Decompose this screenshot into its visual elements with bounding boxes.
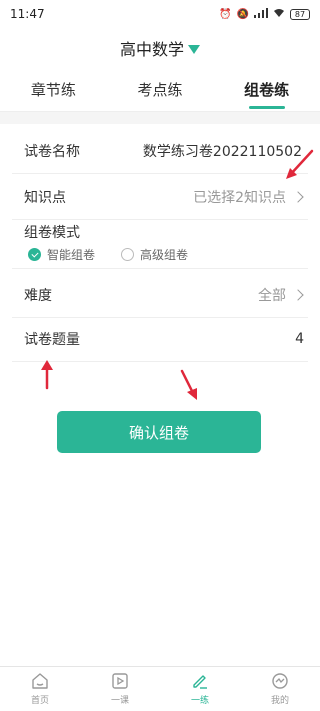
paper-name-label: 试卷名称 xyxy=(24,143,80,160)
dropdown-caret-icon[interactable] xyxy=(188,44,200,54)
home-icon xyxy=(32,673,48,689)
mode-option-smart-label: 智能组卷 xyxy=(47,248,96,262)
annotation-arrow-icon xyxy=(41,360,53,390)
tab-chapter-practice[interactable]: 章节练 xyxy=(0,68,107,111)
question-count-row[interactable]: 试卷题量 4 xyxy=(12,316,308,362)
difficulty-label: 难度 xyxy=(24,287,52,304)
mode-radio-group: 智能组卷 高级组卷 xyxy=(28,246,188,263)
pencil-icon xyxy=(193,675,207,689)
profile-icon xyxy=(272,673,288,689)
difficulty-row[interactable]: 难度 全部 xyxy=(12,272,308,318)
mode-option-advanced-label: 高级组卷 xyxy=(140,248,189,262)
difficulty-value: 全部 xyxy=(258,287,286,304)
battery-icon: 87 xyxy=(290,8,310,20)
status-icons: ⏰ 🔕 87 xyxy=(219,7,310,21)
radio-unchecked-icon[interactable] xyxy=(121,248,135,261)
nav-home[interactable]: 首页 xyxy=(0,667,80,711)
nav-lesson[interactable]: 一课 xyxy=(80,667,160,711)
radio-checked-icon[interactable] xyxy=(28,248,41,261)
annotation-arrow-icon xyxy=(180,369,197,400)
status-bar: 11:47 ⏰ 🔕 87 xyxy=(0,0,320,28)
alarm-icon: ⏰ xyxy=(219,8,232,20)
nav-lesson-label: 一课 xyxy=(110,696,129,706)
chevron-right-icon xyxy=(292,288,304,301)
mode-label: 组卷模式 xyxy=(24,225,80,241)
bottom-nav: 首页 一课 一练 我的 xyxy=(0,666,320,711)
chevron-right-icon xyxy=(292,190,304,203)
signal-icon xyxy=(254,7,268,21)
mute-icon: 🔕 xyxy=(236,8,249,20)
tab-topic-practice[interactable]: 考点练 xyxy=(107,68,214,111)
knowledge-point-label: 知识点 xyxy=(24,189,66,206)
annotation-arrow-icon xyxy=(286,149,314,179)
subject-title[interactable]: 高中数学 xyxy=(120,36,184,60)
nav-practice-label: 一练 xyxy=(190,696,209,706)
nav-profile-label: 我的 xyxy=(270,696,289,706)
mode-section: 组卷模式 智能组卷 高级组卷 xyxy=(12,219,308,269)
question-count-label: 试卷题量 xyxy=(24,331,80,348)
paper-name-row[interactable]: 试卷名称 数学练习卷2022110502 xyxy=(12,128,308,174)
knowledge-point-value: 已选择2知识点 xyxy=(193,189,286,206)
paper-name-value[interactable]: 数学练习卷2022110502 xyxy=(143,141,302,161)
nav-practice[interactable]: 一练 xyxy=(160,667,240,711)
knowledge-point-row[interactable]: 知识点 已选择2知识点 xyxy=(12,174,308,220)
nav-home-label: 首页 xyxy=(30,696,49,706)
nav-profile[interactable]: 我的 xyxy=(240,667,320,711)
mode-option-advanced[interactable]: 高级组卷 xyxy=(121,246,188,263)
tab-paper-practice[interactable]: 组卷练 xyxy=(213,68,320,111)
wifi-icon xyxy=(273,8,285,21)
status-time: 11:47 xyxy=(10,7,45,21)
question-count-value[interactable]: 4 xyxy=(295,331,304,347)
mode-option-smart[interactable]: 智能组卷 xyxy=(28,246,95,263)
confirm-paper-button[interactable]: 确认组卷 xyxy=(57,411,261,453)
tab-bar: 章节练 考点练 组卷练 xyxy=(0,68,320,112)
video-icon xyxy=(112,673,128,689)
header: 高中数学 xyxy=(0,28,320,68)
paper-form: 试卷名称 数学练习卷2022110502 知识点 已选择2知识点 组卷模式 智能… xyxy=(0,124,320,666)
